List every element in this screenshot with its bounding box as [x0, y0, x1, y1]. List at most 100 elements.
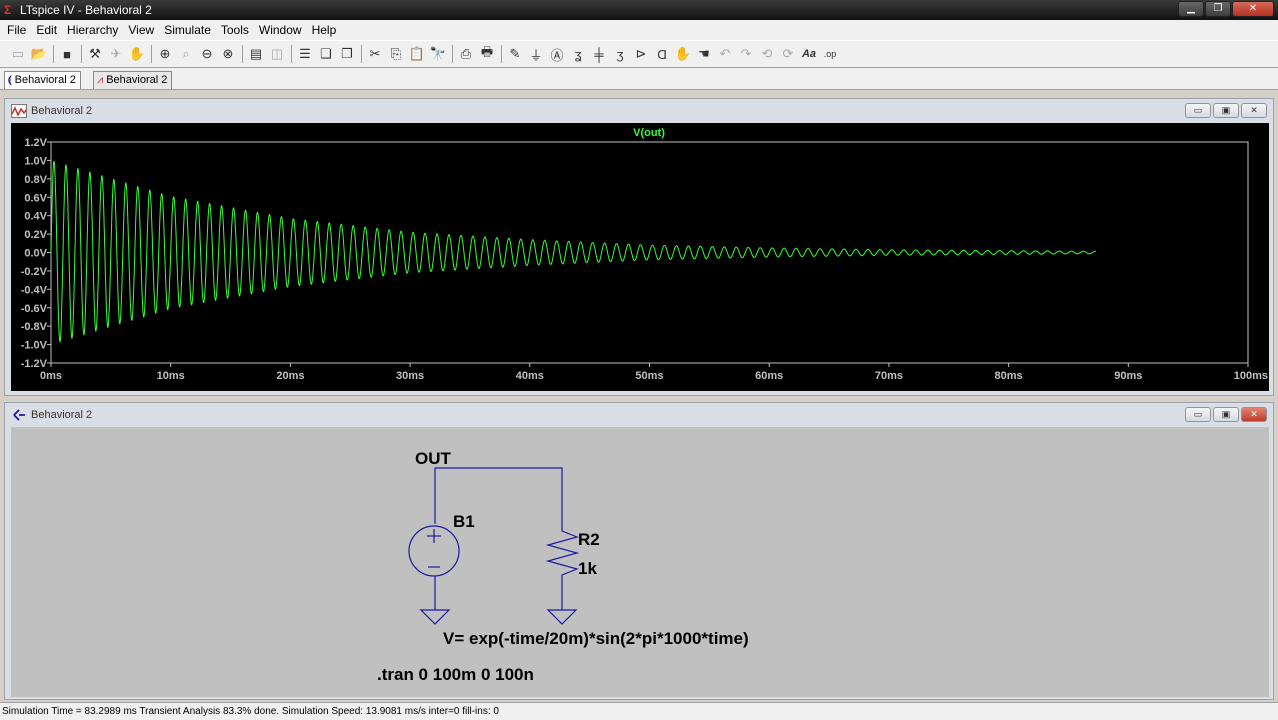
cascade-icon[interactable]: ❏	[316, 44, 336, 64]
zoom-out-icon[interactable]: ⊖	[197, 44, 217, 64]
undo-icon[interactable]: ↶	[715, 44, 735, 64]
b1-expression-label[interactable]: V= exp(-time/20m)*sin(2*pi*1000*time)	[443, 629, 749, 648]
y-tick-label: -0.8V	[21, 321, 48, 333]
diode-icon[interactable]: ⊳	[631, 44, 651, 64]
copy-icon[interactable]: ⎘	[386, 44, 406, 64]
trace-label[interactable]: V(out)	[633, 127, 665, 139]
minimize-button[interactable]: ▁	[1178, 1, 1204, 17]
resistor-icon[interactable]: ʓ	[568, 44, 588, 64]
y-tick-label: 1.2V	[24, 137, 47, 149]
x-tick-label: 30ms	[396, 370, 424, 382]
x-tick-label: 70ms	[875, 370, 903, 382]
b1-name-label[interactable]: B1	[453, 512, 475, 531]
b1-source-symbol[interactable]	[408, 525, 460, 577]
capacitor-icon[interactable]: ╪	[589, 44, 609, 64]
toolbar-separator	[452, 45, 453, 63]
redo-icon[interactable]: ↷	[736, 44, 756, 64]
schematic-minimize-button[interactable]: ▭	[1185, 407, 1211, 422]
mirror-icon[interactable]: ⟳	[778, 44, 798, 64]
r2-name-label[interactable]: R2	[578, 530, 600, 549]
text-icon[interactable]: Aa	[799, 44, 819, 64]
tab-label: Behavioral 2	[106, 74, 168, 86]
menu-tools[interactable]: Tools	[216, 20, 254, 40]
spice-directive-icon[interactable]: .op	[820, 44, 840, 64]
open-icon[interactable]: 📂	[29, 44, 49, 64]
menu-hierarchy[interactable]: Hierarchy	[62, 20, 123, 40]
menu-edit[interactable]: Edit	[31, 20, 62, 40]
y-tick-label: 0.8V	[24, 174, 47, 186]
inductor-icon[interactable]: ʒ	[610, 44, 630, 64]
tile-vertical-icon[interactable]: ☰	[295, 44, 315, 64]
schematic-window-titlebar: Behavioral 2 ▭ ▣ ✕	[5, 403, 1273, 427]
component-icon[interactable]: Ɑ	[652, 44, 672, 64]
y-tick-label: 0.4V	[24, 211, 47, 223]
x-tick-label: 100ms	[1234, 370, 1268, 382]
window-cascade-icon[interactable]: ❐	[337, 44, 357, 64]
print-setup-icon[interactable]: ⎙	[456, 44, 476, 64]
menu-view[interactable]: View	[123, 20, 159, 40]
drag-icon[interactable]: ☚	[694, 44, 714, 64]
zoom-fit-icon[interactable]: ⊗	[218, 44, 238, 64]
menu-window[interactable]: Window	[254, 20, 307, 40]
waveform-maximize-button[interactable]: ▣	[1213, 103, 1239, 118]
schematic-maximize-button[interactable]: ▣	[1213, 407, 1239, 422]
menu-help[interactable]: Help	[307, 20, 342, 40]
schematic-icon	[13, 409, 25, 421]
x-tick-label: 40ms	[516, 370, 544, 382]
control-panel-icon[interactable]: ⚒	[85, 44, 105, 64]
pan-icon[interactable]: ⌕	[176, 44, 196, 64]
menu-bar: File Edit Hierarchy View Simulate Tools …	[0, 20, 1278, 40]
schematic-close-button[interactable]: ✕	[1241, 407, 1267, 422]
cut-icon[interactable]: ✂	[365, 44, 385, 64]
waveform-close-button[interactable]: ✕	[1241, 103, 1267, 118]
x-tick-label: 60ms	[755, 370, 783, 382]
y-tick-label: -0.6V	[21, 303, 48, 315]
halt-icon[interactable]: ✋	[127, 44, 147, 64]
restore-button[interactable]: ❐	[1205, 1, 1231, 17]
new-schematic-icon[interactable]: ▭	[8, 44, 28, 64]
toolbar-separator	[501, 45, 502, 63]
waveform-window: Behavioral 2 ▭ ▣ ✕ V(out) 1.2V 1.0V 0.8V 0.…	[4, 98, 1274, 396]
y-tick-label: -0.4V	[21, 284, 48, 296]
tab-schematic[interactable]: ⦅ Behavioral 2	[4, 71, 81, 89]
zoom-in-icon[interactable]: ⊕	[155, 44, 175, 64]
print-icon[interactable]: 🖶	[477, 44, 497, 64]
menu-simulate[interactable]: Simulate	[159, 20, 216, 40]
r2-value-label[interactable]: 1k	[578, 559, 597, 578]
y-tick-label: -1.0V	[21, 340, 48, 352]
find-icon[interactable]: 🔭	[428, 44, 448, 64]
x-tick-label: 80ms	[995, 370, 1023, 382]
tile-horizontal-icon[interactable]: ◫	[267, 44, 287, 64]
net-label-out[interactable]: OUT	[415, 449, 452, 468]
move-icon[interactable]: ✋	[673, 44, 693, 64]
schematic-canvas[interactable]: OUT B1 R2 1k V= exp(-time/20m)*sin(2*pi*…	[11, 427, 1269, 697]
ground-icon[interactable]: ⏚	[526, 44, 546, 64]
r2-resistor-symbol[interactable]	[545, 529, 580, 577]
waveform-plot[interactable]: V(out) 1.2V 1.0V 0.8V 0.6V 0.4V 0.2V 0.0V -0.2V…	[11, 123, 1269, 391]
x-tick-label: 90ms	[1114, 370, 1142, 382]
wire-icon[interactable]: ✎	[505, 44, 525, 64]
spice-directive-label[interactable]: .tran 0 100m 0 100n	[377, 665, 534, 684]
schematic-icon: ⦅	[8, 74, 12, 86]
rotate-icon[interactable]: ⟲	[757, 44, 777, 64]
waveform-window-title: Behavioral 2	[31, 105, 93, 117]
toolbar-separator	[291, 45, 292, 63]
close-button[interactable]: ✕	[1232, 1, 1274, 17]
waveform-minimize-button[interactable]: ▭	[1185, 103, 1211, 118]
waveform-icon: ⩘	[97, 74, 104, 86]
ground-b1-icon[interactable]	[419, 609, 451, 625]
paste-icon[interactable]: 📋	[407, 44, 427, 64]
schematic-window: Behavioral 2 ▭ ▣ ✕ OUT B1 R2 1k V= exp(-…	[4, 402, 1274, 700]
y-tick-label: 0.0V	[24, 248, 47, 260]
run-icon[interactable]: ✈	[106, 44, 126, 64]
waveform-icon	[11, 104, 27, 118]
label-net-icon[interactable]: Ⓐ	[547, 44, 567, 64]
tab-waveform[interactable]: ⩘ Behavioral 2	[93, 71, 173, 89]
save-icon[interactable]: ■	[57, 44, 77, 64]
menu-file[interactable]: File	[2, 20, 31, 40]
simulation-status-text: Simulation Time = 83.2989 ms Transient A…	[2, 706, 499, 717]
waveform-window-titlebar: Behavioral 2 ▭ ▣ ✕	[5, 99, 1273, 123]
toolbar: ▭ 📂 ■ ⚒ ✈ ✋ ⊕ ⌕ ⊖ ⊗ ▤ ◫ ☰ ❏ ❐ ✂ ⎘ 📋 🔭 ⎙ …	[0, 40, 1278, 68]
ground-r2-icon[interactable]	[546, 609, 578, 625]
autorange-icon[interactable]: ▤	[246, 44, 266, 64]
